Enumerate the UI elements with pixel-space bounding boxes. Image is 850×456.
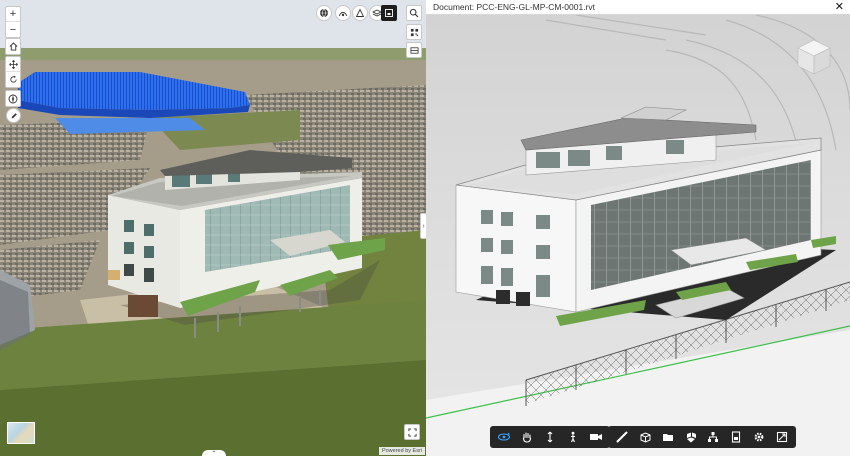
move-icon [8,59,18,69]
edit-button[interactable] [7,109,20,122]
document-browser-button[interactable] [726,428,746,446]
navigation-mode-controls [5,56,21,88]
qr-code-icon [410,28,418,36]
orbit-button[interactable] [494,428,514,446]
fullscreen-icon [776,431,788,443]
attribution-text[interactable]: Powered by Esri [378,447,425,455]
model-canvas[interactable] [426,15,850,456]
home-icon [9,42,17,51]
scene-canvas[interactable] [0,0,426,456]
collapse-bottom-tab[interactable]: ⌃ [202,450,226,456]
settings-toolbar [699,426,796,448]
hand-icon [522,432,532,443]
panel-icon [409,46,419,54]
folder-icon [663,434,673,441]
section-box-button[interactable] [635,428,655,446]
home-button[interactable] [6,39,20,54]
compass-button[interactable] [6,91,20,106]
settings-button[interactable] [749,428,769,446]
explode-cube-icon [686,432,696,442]
fullscreen-icon [407,427,417,437]
camera-button[interactable] [586,428,606,446]
search-icon [409,8,419,18]
zoom-in-button[interactable]: + [6,7,20,22]
pan-button[interactable] [6,57,20,72]
document-viewer[interactable]: Document: PCC-ENG-GL-MP-CM-0001.rvt ✕ [426,0,850,456]
model-tools-toolbar [608,426,705,448]
daylight-icon [339,12,347,17]
section-cube-icon [640,431,650,443]
orbit-icon [497,432,511,441]
model-structure-button[interactable] [703,428,723,446]
zoom-out-button[interactable]: − [6,22,20,37]
viewer-header: Document: PCC-ENG-GL-MP-CM-0001.rvt ✕ [426,0,850,15]
scene-view[interactable]: + − ⌃ Powered by Esri [0,0,426,456]
zoom-tool-button[interactable] [540,428,560,446]
daylight-button[interactable] [335,5,351,21]
measure-button[interactable] [612,428,632,446]
edit-control [6,108,21,123]
pencil-icon [11,112,17,118]
viewer-fullscreen-button[interactable] [772,428,792,446]
pan-tool-button[interactable] [517,428,537,446]
esri-dark-toggle-button[interactable] [381,5,397,21]
gear-icon [754,432,764,442]
basemap-gallery-button[interactable] [316,5,332,21]
model-browser-button[interactable] [658,428,678,446]
basemap-thumbnail[interactable] [7,422,35,444]
fullscreen-button[interactable] [404,424,420,440]
line-of-sight-button[interactable] [352,5,368,21]
search-button[interactable] [406,5,422,21]
first-person-button[interactable] [563,428,583,446]
line-of-sight-icon [355,8,365,17]
document-icon [731,431,741,443]
rotate-button[interactable] [6,72,20,87]
globe-icon [320,8,328,18]
navigation-toolbar [490,426,610,448]
rotate-icon [9,75,17,83]
person-icon [571,431,575,443]
zoom-controls: + − [5,6,21,38]
video-camera-icon [590,434,602,440]
app-root: + − ⌃ Powered by Esri › Document: PCC-EN… [0,0,850,456]
hierarchy-icon [708,432,718,442]
collapse-panel-button[interactable] [406,42,422,58]
vertical-arrows-icon [547,431,553,443]
home-control [5,38,21,55]
ruler-icon [616,431,628,443]
compass-icon [8,94,18,103]
widget-icon [385,9,393,17]
compass-control [5,90,21,107]
qr-code-button[interactable] [406,24,422,40]
explode-button[interactable] [681,428,701,446]
document-title: Document: PCC-ENG-GL-MP-CM-0001.rvt [433,2,596,12]
close-button[interactable]: ✕ [835,1,844,13]
